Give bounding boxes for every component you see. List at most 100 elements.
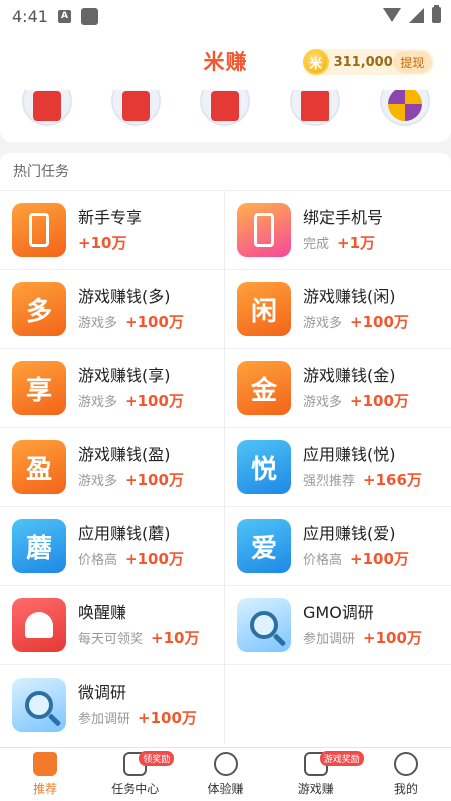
task-reward: +10万 (151, 629, 200, 647)
task-item[interactable]: 蘑 应用赚钱(蘑) 价格高 +100万 (0, 507, 225, 586)
duo-icon: 多 (12, 282, 66, 336)
status-time: 4:41 (12, 6, 48, 26)
task-reward: +100万 (125, 313, 184, 331)
ai-icon: 爱 (237, 519, 291, 573)
task-desc: 游戏多 (78, 474, 118, 489)
task-item[interactable]: 新手专享 +10万 (0, 191, 225, 270)
nav-label: 任务中心 (111, 782, 160, 796)
task-item[interactable]: 绑定手机号 完成 +1万 (225, 191, 451, 270)
task-reward: +100万 (125, 392, 184, 410)
nav-badge: 游戏奖励 (319, 751, 364, 766)
signal-icon (409, 7, 424, 23)
status-icons (383, 5, 441, 23)
ying-icon: 盈 (12, 440, 66, 494)
magnifier-icon (12, 677, 66, 732)
task-title: 游戏赚钱(享) (78, 366, 171, 385)
xiang-icon: 享 (12, 361, 66, 415)
red-packet-icon[interactable] (200, 90, 250, 126)
task-desc: 游戏多 (78, 316, 118, 331)
wifi-icon (383, 8, 401, 22)
cube-icon (213, 752, 238, 776)
task-item[interactable]: 多 游戏赚钱(多) 游戏多 +100万 (0, 270, 225, 349)
task-title: 微调研 (78, 682, 127, 702)
coin-amount: 311,000 (333, 54, 393, 70)
task-title: 新手专享 (78, 208, 143, 227)
nav-label: 推荐 (33, 782, 58, 796)
red-envelope-icon[interactable] (290, 90, 340, 126)
task-reward: +1万 (337, 234, 376, 252)
task-item[interactable]: 爱 应用赚钱(爱) 价格高 +100万 (225, 507, 451, 586)
task-title: 唤醒赚 (78, 603, 127, 622)
nav-item-task-center[interactable]: 领奖励 任务中心 (90, 748, 180, 801)
task-reward: +100万 (125, 471, 184, 489)
task-desc: 游戏多 (303, 395, 343, 410)
task-title: 游戏赚钱(闲) (303, 287, 396, 306)
task-desc: 强烈推荐 (303, 474, 356, 489)
withdraw-button[interactable]: 提现 (392, 51, 432, 73)
task-item[interactable]: 享 游戏赚钱(享) 游戏多 +100万 (0, 349, 225, 428)
status-bar: 4:41 A (0, 0, 451, 32)
feature-icon-strip (0, 90, 451, 142)
home-icon (33, 752, 58, 776)
notification-a-icon: A (57, 9, 71, 23)
task-title: 绑定手机号 (303, 208, 384, 227)
battery-icon (432, 5, 441, 23)
task-desc: 每天可领奖 (78, 632, 144, 647)
task-reward: +100万 (350, 392, 409, 410)
task-title: 游戏赚钱(金) (303, 366, 396, 385)
task-item[interactable]: 微调研 参加调研 +100万 (0, 665, 225, 744)
coin-icon: 米 (303, 49, 329, 75)
task-desc: 价格高 (303, 553, 343, 568)
task-reward: +100万 (350, 313, 409, 331)
task-title: GMO调研 (303, 603, 374, 622)
task-item[interactable]: 唤醒赚 每天可领奖 +10万 (0, 586, 225, 665)
task-reward: +100万 (138, 708, 197, 727)
task-desc: 价格高 (78, 553, 118, 568)
nav-item-experience[interactable]: 体验赚 (180, 748, 270, 801)
nav-label: 体验赚 (207, 782, 244, 796)
phone-link-icon (237, 203, 291, 257)
task-reward: +100万 (363, 629, 422, 647)
task-title: 游戏赚钱(盈) (78, 445, 171, 464)
mo-icon: 蘑 (12, 519, 66, 573)
xian-icon: 闲 (237, 282, 291, 336)
task-desc: 完成 (303, 237, 330, 252)
task-desc: 游戏多 (303, 316, 343, 331)
bell-icon (12, 598, 66, 652)
task-desc: 参加调研 (303, 632, 356, 647)
profile-icon (393, 752, 418, 776)
app-header: 米赚 米 311,000 提现 (0, 32, 451, 90)
task-grid: 新手专享 +10万 绑定手机号 完成 +1万 多 游戏赚钱(多) 游戏多 +100万… (0, 191, 451, 744)
task-item[interactable]: GMO调研 参加调研 +100万 (225, 586, 451, 665)
task-item[interactable]: 闲 游戏赚钱(闲) 游戏多 +100万 (225, 270, 451, 349)
nav-item-profile[interactable]: 我的 (361, 748, 451, 801)
magnifier-icon (237, 598, 291, 652)
nav-badge: 领奖励 (139, 751, 175, 766)
task-title: 应用赚钱(悦) (303, 445, 396, 464)
phone-hand-icon (12, 203, 66, 257)
task-item[interactable]: 悦 应用赚钱(悦) 强烈推荐 +166万 (225, 428, 451, 507)
task-title: 游戏赚钱(多) (78, 287, 171, 306)
task-reward: +166万 (363, 471, 422, 489)
task-desc: 参加调研 (78, 711, 131, 727)
nav-label: 游戏赚 (297, 782, 334, 796)
red-packet-icon[interactable] (111, 90, 161, 126)
nav-item-game[interactable]: 游戏奖励 游戏赚 (271, 748, 364, 801)
task-item[interactable]: 金 游戏赚钱(金) 游戏多 +100万 (225, 349, 451, 428)
task-reward: +100万 (125, 550, 184, 568)
task-desc: 游戏多 (78, 395, 118, 410)
lucky-wheel-icon[interactable] (380, 90, 430, 126)
task-reward: +10万 (78, 234, 127, 252)
jin-icon: 金 (237, 361, 291, 415)
bottom-nav: 推荐 领奖励 任务中心 体验赚 游戏奖励 游戏赚 我的 (0, 747, 451, 801)
nav-item-recommend[interactable]: 推荐 (0, 748, 90, 801)
coin-balance-chip[interactable]: 米 311,000 提现 (303, 49, 434, 75)
red-packet-icon[interactable] (22, 90, 72, 126)
task-title: 应用赚钱(爱) (303, 524, 396, 543)
task-reward: +100万 (350, 550, 409, 568)
section-title: 热门任务 (0, 153, 451, 191)
task-title: 应用赚钱(蘑) (78, 524, 171, 543)
hot-tasks-card: 热门任务 新手专享 +10万 绑定手机号 完成 +1万 多 游戏赚钱(多) 游戏多… (0, 153, 451, 747)
yue-icon: 悦 (237, 440, 291, 494)
task-item[interactable]: 盈 游戏赚钱(盈) 游戏多 +100万 (0, 428, 225, 507)
